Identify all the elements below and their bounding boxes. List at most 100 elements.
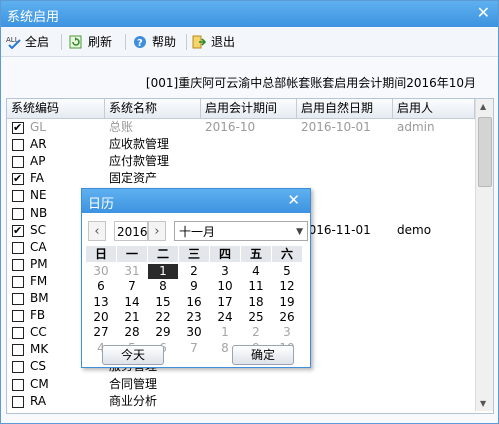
- cell-code: AR: [30, 137, 47, 152]
- cell-date: [297, 136, 301, 153]
- cell-date: [297, 376, 301, 393]
- confirm-button[interactable]: 确定: [232, 345, 294, 365]
- day-cell[interactable]: 4: [241, 264, 271, 279]
- enable-checkbox[interactable]: [12, 310, 24, 323]
- enable-checkbox[interactable]: [12, 139, 24, 152]
- day-cell[interactable]: 1: [210, 325, 240, 340]
- cell-code: FM: [30, 273, 48, 288]
- enable-checkbox[interactable]: [12, 344, 24, 357]
- day-cell[interactable]: 30: [86, 264, 116, 279]
- enable-checkbox[interactable]: [12, 170, 24, 187]
- day-cell[interactable]: 17: [210, 295, 240, 310]
- day-cell[interactable]: 27: [86, 325, 116, 340]
- today-button[interactable]: 今天: [102, 345, 164, 365]
- cell-period: [201, 393, 205, 410]
- exit-label: 退出: [211, 35, 236, 49]
- close-icon[interactable]: ✕: [477, 3, 490, 22]
- weekday-header: 二: [148, 246, 178, 262]
- day-cell[interactable]: 9: [179, 279, 209, 294]
- day-cell[interactable]: 3: [272, 325, 302, 340]
- day-cell[interactable]: 31: [117, 264, 147, 279]
- cell-code: CC: [30, 325, 47, 340]
- day-cell[interactable]: 6: [86, 279, 116, 294]
- enable-checkbox[interactable]: [12, 241, 24, 254]
- scroll-down-icon[interactable]: ▼: [480, 399, 486, 408]
- enable-checkbox[interactable]: [12, 156, 24, 169]
- day-cell[interactable]: 15: [148, 295, 178, 310]
- day-cell[interactable]: 14: [117, 295, 147, 310]
- day-cell[interactable]: 12: [272, 279, 302, 294]
- day-cell[interactable]: 21: [117, 310, 147, 325]
- cell-user: admin: [397, 120, 435, 134]
- enable-checkbox[interactable]: [12, 190, 24, 203]
- calendar-close-icon[interactable]: ✕: [287, 191, 300, 209]
- account-period-info: [001]重庆阿可云渝中总部帐套账套启用会计期间2016年10月: [145, 76, 476, 90]
- enable-checkbox[interactable]: [12, 207, 24, 220]
- day-cell[interactable]: 7: [117, 279, 147, 294]
- day-cell[interactable]: 5: [272, 264, 302, 279]
- day-cell[interactable]: 19: [272, 295, 302, 310]
- cell-code: FB: [30, 308, 46, 323]
- enable-checkbox[interactable]: [12, 361, 24, 374]
- day-cell[interactable]: 2: [241, 325, 271, 340]
- day-cell[interactable]: 11: [241, 279, 271, 294]
- day-cell[interactable]: 22: [148, 310, 178, 325]
- prev-year-icon[interactable]: ‹: [88, 221, 106, 241]
- day-cell[interactable]: 26: [272, 310, 302, 325]
- cell-period: [201, 136, 205, 153]
- table-row[interactable]: RA 商业分析: [7, 393, 475, 410]
- day-cell[interactable]: 13: [86, 295, 116, 310]
- header-enabled-by[interactable]: 启用人: [393, 99, 475, 118]
- exit-button[interactable]: 退出: [192, 33, 235, 51]
- cell-user: demo: [397, 222, 432, 237]
- header-system-code[interactable]: 系统编码: [7, 99, 105, 118]
- month-select[interactable]: 十一月 ▼: [174, 221, 308, 241]
- day-cell[interactable]: 7: [179, 341, 209, 356]
- day-cell[interactable]: 20: [86, 310, 116, 325]
- refresh-button[interactable]: 刷新: [69, 33, 112, 51]
- header-system-name[interactable]: 系统名称: [105, 99, 201, 118]
- selected-day-cell[interactable]: 1: [148, 264, 178, 279]
- day-cell[interactable]: 24: [210, 310, 240, 325]
- table-row[interactable]: GL 总账 2016-10 2016-10-01 admin: [7, 119, 475, 136]
- calendar-title-bar: 日历 ✕: [82, 189, 310, 213]
- refresh-icon: [69, 35, 83, 49]
- day-cell[interactable]: 25: [241, 310, 271, 325]
- cell-date: [297, 153, 301, 170]
- cell-name: 应收款管理: [109, 137, 170, 152]
- enable-checkbox[interactable]: [12, 119, 24, 136]
- enable-checkbox[interactable]: [12, 378, 24, 391]
- enable-checkbox[interactable]: [12, 222, 24, 239]
- header-enable-date[interactable]: 启用自然日期: [297, 99, 393, 118]
- day-cell[interactable]: 2: [179, 264, 209, 279]
- help-button[interactable]: ? 帮助: [133, 33, 176, 51]
- scroll-up-icon[interactable]: ▲: [480, 102, 486, 111]
- select-all-button[interactable]: ALL 全启: [6, 33, 49, 51]
- next-year-icon[interactable]: ›: [148, 221, 166, 241]
- enable-checkbox[interactable]: [12, 275, 24, 288]
- table-row[interactable]: FA 固定资产: [7, 170, 475, 187]
- day-cell[interactable]: 29: [148, 325, 178, 340]
- enable-checkbox[interactable]: [12, 258, 24, 271]
- table-row[interactable]: AP 应付款管理: [7, 153, 475, 170]
- day-cell[interactable]: 16: [179, 295, 209, 310]
- weekday-header: 三: [179, 246, 209, 262]
- day-cell[interactable]: 8: [148, 279, 178, 294]
- enable-checkbox[interactable]: [12, 293, 24, 305]
- day-cell[interactable]: 10: [210, 279, 240, 294]
- vertical-scrollbar[interactable]: ▲ ▼: [475, 99, 493, 411]
- scrollbar-thumb[interactable]: [478, 117, 492, 187]
- day-cell[interactable]: 18: [241, 295, 271, 310]
- day-cell[interactable]: 30: [179, 325, 209, 340]
- day-cell[interactable]: 3: [210, 264, 240, 279]
- header-enable-period[interactable]: 启用会计期间: [201, 99, 297, 118]
- table-row[interactable]: AR 应收款管理: [7, 136, 475, 153]
- cell-code: NE: [30, 188, 47, 203]
- day-cell[interactable]: 28: [117, 325, 147, 340]
- enable-checkbox[interactable]: [12, 395, 24, 408]
- cell-code: RA: [30, 393, 47, 408]
- year-input[interactable]: 2016: [114, 221, 148, 241]
- day-cell[interactable]: 23: [179, 310, 209, 325]
- enable-checkbox[interactable]: [12, 327, 24, 340]
- table-row[interactable]: CM 合同管理: [7, 376, 475, 393]
